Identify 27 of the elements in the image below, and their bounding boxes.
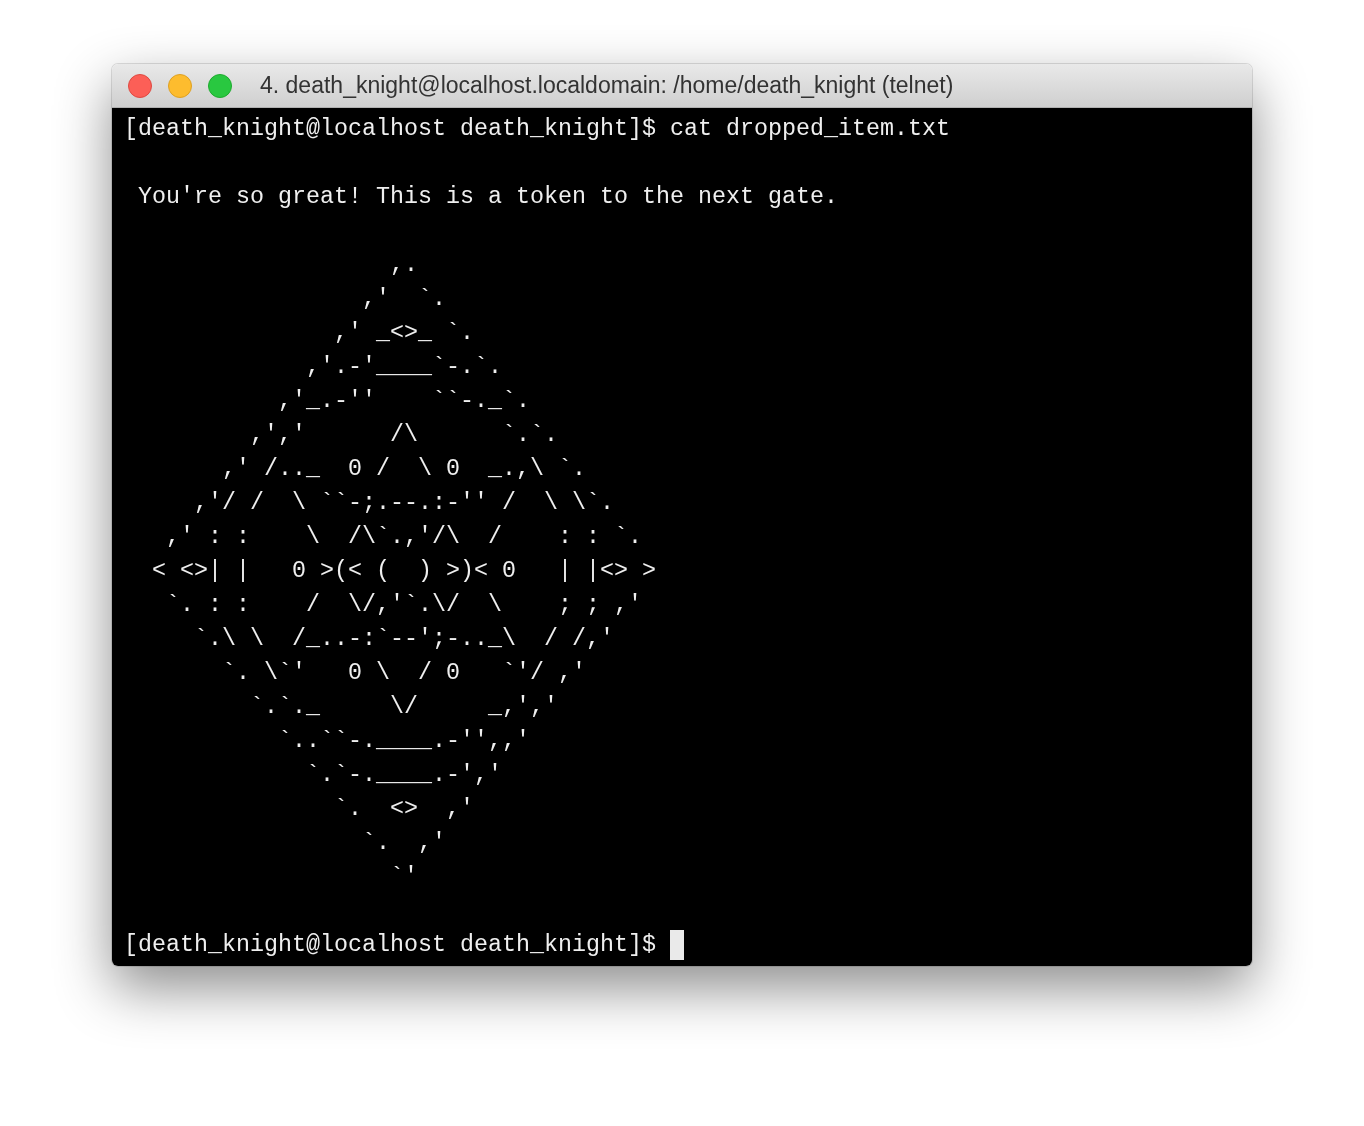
output-line: ,' `. xyxy=(361,285,446,314)
output-line: ,' _<>_ `. xyxy=(333,319,474,348)
zoom-button[interactable] xyxy=(208,73,232,98)
minimize-button[interactable] xyxy=(168,73,192,98)
output-line: `. ,' xyxy=(361,829,446,858)
output-line: ,'_.-'' ``-._`. xyxy=(277,387,530,416)
output-line: `. <> ,' xyxy=(333,795,474,824)
window-title: 4. death_knight@localhost.localdomain: /home/death_knight (telnet) xyxy=(260,72,954,99)
output-line: `.`-.____.-',' xyxy=(305,761,502,790)
output-line: `.`._ \/ _,',' xyxy=(249,693,558,722)
command-text: cat dropped_item.txt xyxy=(669,115,950,144)
output-line: ,'.-'____`-.`. xyxy=(305,353,502,382)
output-line: < <>| | 0 >(< ( ) >)< 0 | |<> > xyxy=(151,557,656,586)
output-line: `' xyxy=(388,863,418,892)
output-line: `.\ \ /_..-:`--';-.._\ / /,' xyxy=(193,625,614,654)
output-line: `..``-.____.-'',,' xyxy=(277,727,530,756)
prompt-text: [death_knight@localhost death_knight]$ xyxy=(124,115,656,144)
output-line: ,' : : \ /\`.,'/\ / : : `. xyxy=(165,523,642,552)
output-line: `. : : / \/,'`.\/ \ ; ; ,' xyxy=(165,591,642,620)
output-line: ,. xyxy=(388,251,418,280)
close-button[interactable] xyxy=(128,73,152,98)
output-line: ,' /.._ 0 / \ 0 _.,\ `. xyxy=(221,455,586,484)
output-line: ,',' /\ `.`. xyxy=(249,421,558,450)
prompt-text: [death_knight@localhost death_knight]$ xyxy=(124,931,656,960)
output-line: `. \`' 0 \ / 0 `'/ ,' xyxy=(221,659,586,688)
output-line: ,'/ / \ ``-;.--.:-'' / \ \`. xyxy=(193,489,614,518)
output-line: You're so great! This is a token to the next gate. xyxy=(137,183,838,212)
